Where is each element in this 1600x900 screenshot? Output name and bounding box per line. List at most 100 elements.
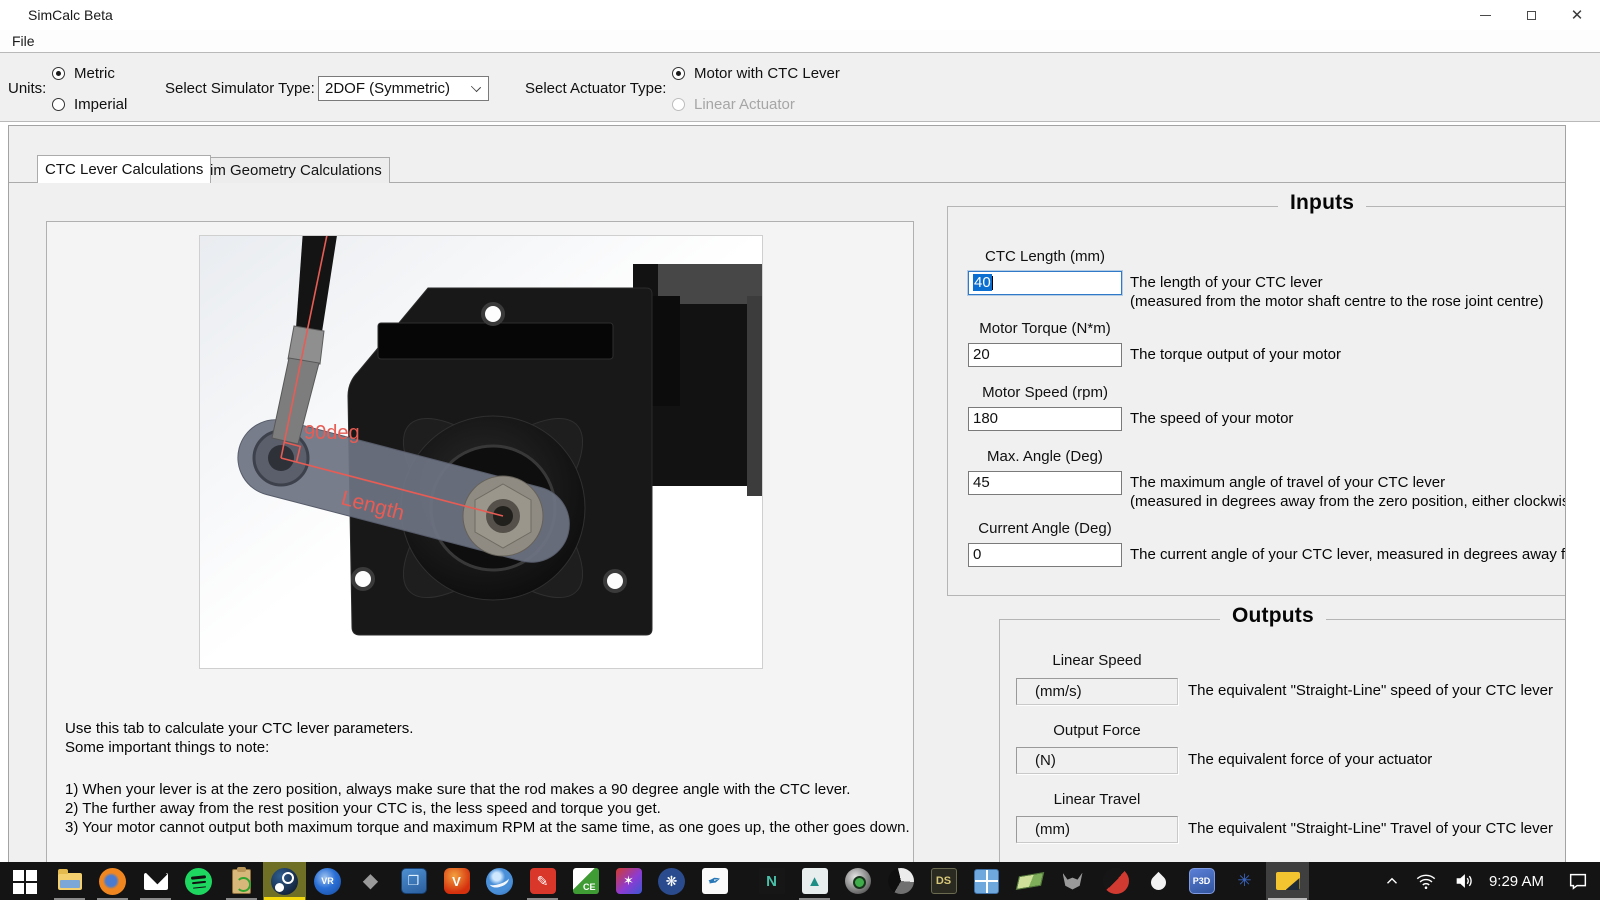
input-field-3[interactable]: 180 [968,407,1122,431]
taskbar-red-swirl-app[interactable] [1094,862,1137,900]
taskbar-natron[interactable]: N [750,862,793,900]
radio-motor-ctc-label: Motor with CTC Lever [694,65,840,82]
radio-imperial[interactable]: Imperial [52,96,127,113]
title-bar: SimCalc Beta ✕ [0,0,1600,30]
output-field-desc: The equivalent "Straight-Line" Travel of… [1188,820,1553,839]
units-label: Units: [8,80,46,97]
output-field-2: (N) [1016,747,1178,774]
taskbar-sphere-app[interactable] [879,862,922,900]
start-button-icon [11,868,37,894]
taskbar-map-app[interactable] [1008,862,1051,900]
taskbar-steam[interactable] [263,862,306,900]
taskbar-prepar3d[interactable]: P3D [1180,862,1223,900]
note-line: 3) Your motor cannot output both maximum… [65,818,910,837]
mail-icon [144,873,168,890]
prepar3d-icon: P3D [1189,868,1215,894]
taskbar-quill-app[interactable]: ✒ [693,862,736,900]
taskbar-daz-studio[interactable]: DS [922,862,965,900]
taskbar-cheat-engine[interactable]: CE [564,862,607,900]
output-field-desc: The equivalent "Straight-Line" speed of … [1188,682,1553,701]
menu-file[interactable]: File [12,33,35,49]
taskbar-firefox[interactable] [91,862,134,900]
quill-app-icon: ✒ [702,868,728,894]
taskbar-cube-3d-app[interactable]: ❒ [392,862,435,900]
simulator-type-dropdown[interactable]: 2DOF (Symmetric) [318,76,489,101]
vr-app-icon: VR [314,868,341,895]
taskbar-mail[interactable] [134,862,177,900]
note-line: Some important things to note: [65,738,910,757]
input-field-label: Current Angle (Deg) [968,520,1122,537]
taskbar-unity[interactable]: ◆ [349,862,392,900]
taskbar-eye-app[interactable] [836,862,879,900]
input-field-label: Motor Speed (rpm) [968,384,1122,401]
system-tray: 9:29 AM [1377,862,1600,900]
taskbar-google-earth[interactable] [478,862,521,900]
file-explorer-icon [58,873,82,890]
taskbar-wolf-app[interactable] [1051,862,1094,900]
restore-icon [1527,11,1536,20]
cube-3d-app-icon: ❒ [401,868,427,894]
daz-studio-icon: DS [931,868,957,894]
radio-metric[interactable]: Metric [52,65,115,82]
taskbar-poser[interactable]: ✶ [607,862,650,900]
input-field-desc: The length of your CTC lever(measured fr… [1130,274,1544,311]
inputs-groupbox: Inputs CTC Length (mm)40The length of yo… [947,206,1566,596]
output-field-1: (mm/s) [1016,678,1178,705]
spotify-icon [185,868,212,895]
wifi-icon[interactable] [1407,862,1445,900]
taskbar-start-button[interactable] [0,862,48,900]
main-panel: Sim Geometry Calculations CTC Lever Calc… [8,125,1566,900]
input-field-desc: The maximum angle of travel of your CTC … [1130,474,1566,511]
input-field-label: Max. Angle (Deg) [968,448,1122,465]
tree-app-icon: ❋ [658,868,685,895]
window-panes-app-icon [974,869,999,894]
radio-linear-actuator-label: Linear Actuator [694,96,795,113]
taskbar-clipboard-sync[interactable] [220,862,263,900]
steam-icon [271,868,298,895]
simulator-type-value: 2DOF (Symmetric) [325,80,450,97]
taskbar-vr-app[interactable]: VR [306,862,349,900]
tab-sim-geometry[interactable]: Sim Geometry Calculations [192,157,390,183]
outputs-groupbox: Outputs Linear Speed(mm/s)The equivalent… [999,619,1566,900]
taskbar-spider-app[interactable]: ✳ [1223,862,1266,900]
window-title: SimCalc Beta [28,7,113,23]
outputs-title: Outputs [1220,604,1326,628]
input-field-2[interactable]: 20 [968,343,1122,367]
tab-ctc-lever[interactable]: CTC Lever Calculations [37,155,211,183]
taskbar-droplet-app[interactable] [1137,862,1180,900]
restore-button[interactable] [1508,0,1554,30]
taskbar-file-explorer[interactable] [48,862,91,900]
firefox-icon [99,868,126,895]
taskbar-vivaldi[interactable]: V [435,862,478,900]
taskbar-icons: VR ◆ ❒ V ✎ CE ✶ ❋ ✒ N▲ DS P3D ✳ [0,862,1309,900]
action-center-icon[interactable] [1556,862,1600,900]
simcalc-app-icon [1276,872,1300,890]
tray-chevron-up-icon[interactable] [1377,862,1407,900]
taskbar-spotify[interactable] [177,862,220,900]
red-swirl-app-icon [1103,868,1129,894]
output-field-desc: The equivalent force of your actuator [1188,751,1432,770]
minimize-button[interactable] [1462,0,1508,30]
taskbar-sketchup[interactable]: ✎ [521,862,564,900]
close-button[interactable]: ✕ [1554,0,1600,30]
input-field-5[interactable]: 0 [968,543,1122,567]
settings-bar: Units: Metric Imperial Select Simulator … [0,52,1600,122]
taskbar-tree-app[interactable]: ❋ [650,862,693,900]
volume-icon[interactable] [1445,862,1483,900]
taskbar-maya[interactable]: ▲ [793,862,836,900]
input-field-1[interactable]: 40 [968,271,1122,295]
angle-annotation: 90deg [304,422,360,444]
cheat-engine-icon: CE [573,868,599,894]
taskbar-window-panes-app[interactable] [965,862,1008,900]
droplet-app-icon [1148,872,1169,893]
input-field-4[interactable]: 45 [968,471,1122,495]
picture-panel: 90deg Length Use this tab to calculate y… [46,221,914,900]
output-field-label: Linear Speed [1016,652,1178,669]
radio-imperial-label: Imperial [74,96,127,113]
radio-motor-ctc[interactable]: Motor with CTC Lever [672,65,840,82]
simulator-type-label: Select Simulator Type: [165,80,315,97]
taskbar-clock[interactable]: 9:29 AM [1483,873,1556,890]
sketchup-icon: ✎ [530,868,556,894]
taskbar-simcalc-app[interactable] [1266,862,1309,900]
motor-render: 90deg Length [200,236,763,669]
